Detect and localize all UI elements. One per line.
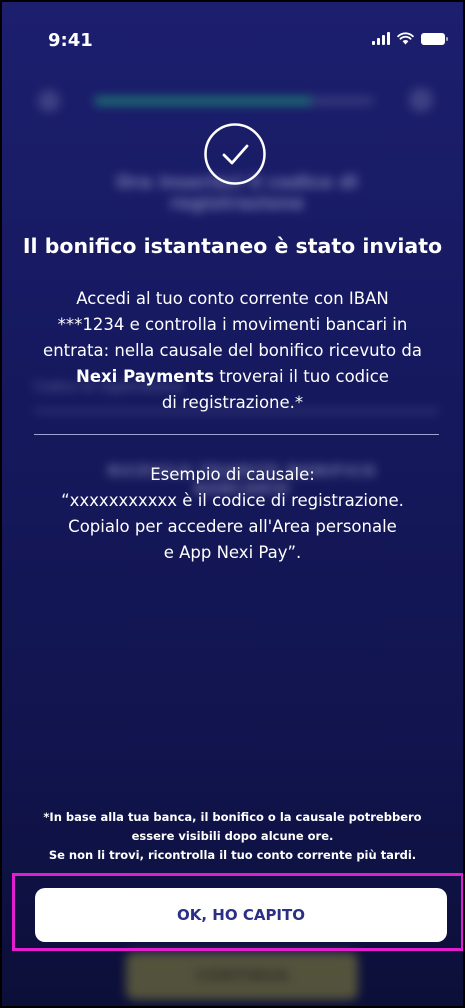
body-line: di registrazione.* — [161, 393, 304, 412]
footnote-line: essere visibili dopo alcune ore. — [131, 829, 334, 843]
body-line: Accedi al tuo conto corrente con IBAN — [76, 289, 389, 308]
status-icons — [372, 32, 448, 45]
body-line: entrata: nella causale del bonifico rice… — [43, 341, 422, 360]
example-line: “xxxxxxxxxxx è il codice di registrazion… — [61, 491, 404, 510]
example-line: Copialo per accedere all'Area personale — [68, 517, 397, 536]
divider — [34, 434, 439, 435]
signal-icon — [372, 32, 390, 45]
ok-button[interactable]: OK, HO CAPITO — [35, 888, 447, 942]
background-continue-button: CONTINUA — [126, 952, 358, 1000]
progress-fill — [94, 97, 313, 105]
app-screen: 9:41 Ora inserisci il codice di registra… — [0, 0, 465, 1008]
footnote: *In base alla tua banca, il bonifico o l… — [12, 808, 453, 865]
modal-title: Il bonifico istantaneo è stato inviato — [22, 234, 443, 258]
sender-name: Nexi Payments — [76, 367, 214, 386]
footnote-line: Se non li trovi, ricontrolla il tuo cont… — [48, 848, 417, 862]
check-circle-icon — [204, 123, 266, 185]
example-heading: Esempio di causale: — [150, 465, 315, 484]
help-icon — [409, 88, 433, 112]
progress-bar — [94, 97, 374, 105]
body-line: ***1234 e controlla i movimenti bancari … — [57, 315, 408, 334]
status-time: 9:41 — [48, 30, 93, 51]
modal-body: Accedi al tuo conto corrente con IBAN **… — [12, 286, 453, 416]
example-line: e App Nexi Pay”. — [163, 543, 302, 562]
body-line: Nexi Payments troverai il tuo codice — [12, 364, 453, 390]
status-bar: 9:41 — [2, 2, 463, 72]
wifi-icon — [397, 32, 414, 45]
body-line-rest: troverai il tuo codice — [213, 367, 389, 386]
example-block: Esempio di causale: “xxxxxxxxxxx è il co… — [12, 462, 453, 566]
back-arrow-icon — [38, 90, 60, 112]
footnote-line: *In base alla tua banca, il bonifico o l… — [43, 810, 422, 824]
battery-icon — [421, 32, 448, 45]
